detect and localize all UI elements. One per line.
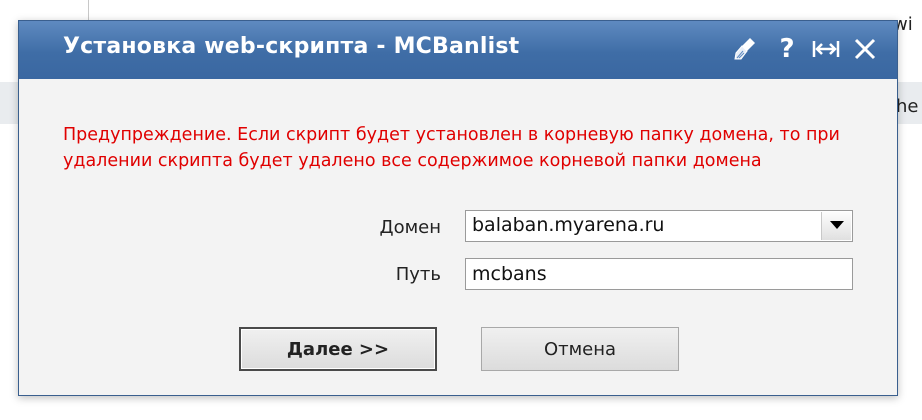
dialog-body: Предупреждение. Если скрипт будет устано…	[19, 79, 897, 395]
path-label: Путь	[395, 264, 441, 285]
install-dialog: Установка web-скрипта - MCBanlist ? Пред…	[18, 20, 898, 396]
background-divider	[88, 0, 89, 20]
dropdown-button[interactable]	[821, 212, 851, 240]
path-input[interactable]	[465, 258, 853, 290]
broom-icon[interactable]	[731, 33, 761, 65]
dialog-titlebar[interactable]: Установка web-скрипта - MCBanlist ?	[19, 21, 897, 79]
domain-select[interactable]: balaban.myarena.ru	[465, 210, 853, 242]
close-icon[interactable]	[849, 33, 881, 65]
resize-icon[interactable]	[809, 33, 843, 65]
chevron-down-icon	[830, 221, 844, 229]
next-button[interactable]: Далее >>	[239, 327, 437, 371]
warning-message: Предупреждение. Если скрипт будет устано…	[63, 125, 840, 171]
dialog-title: Установка web-скрипта - MCBanlist	[63, 34, 520, 59]
background-text-fragment: he	[896, 96, 919, 117]
domain-label: Домен	[379, 217, 442, 238]
help-icon[interactable]: ?	[773, 33, 801, 65]
cancel-button[interactable]: Отмена	[481, 327, 679, 371]
domain-select-value: balaban.myarena.ru	[472, 214, 665, 236]
